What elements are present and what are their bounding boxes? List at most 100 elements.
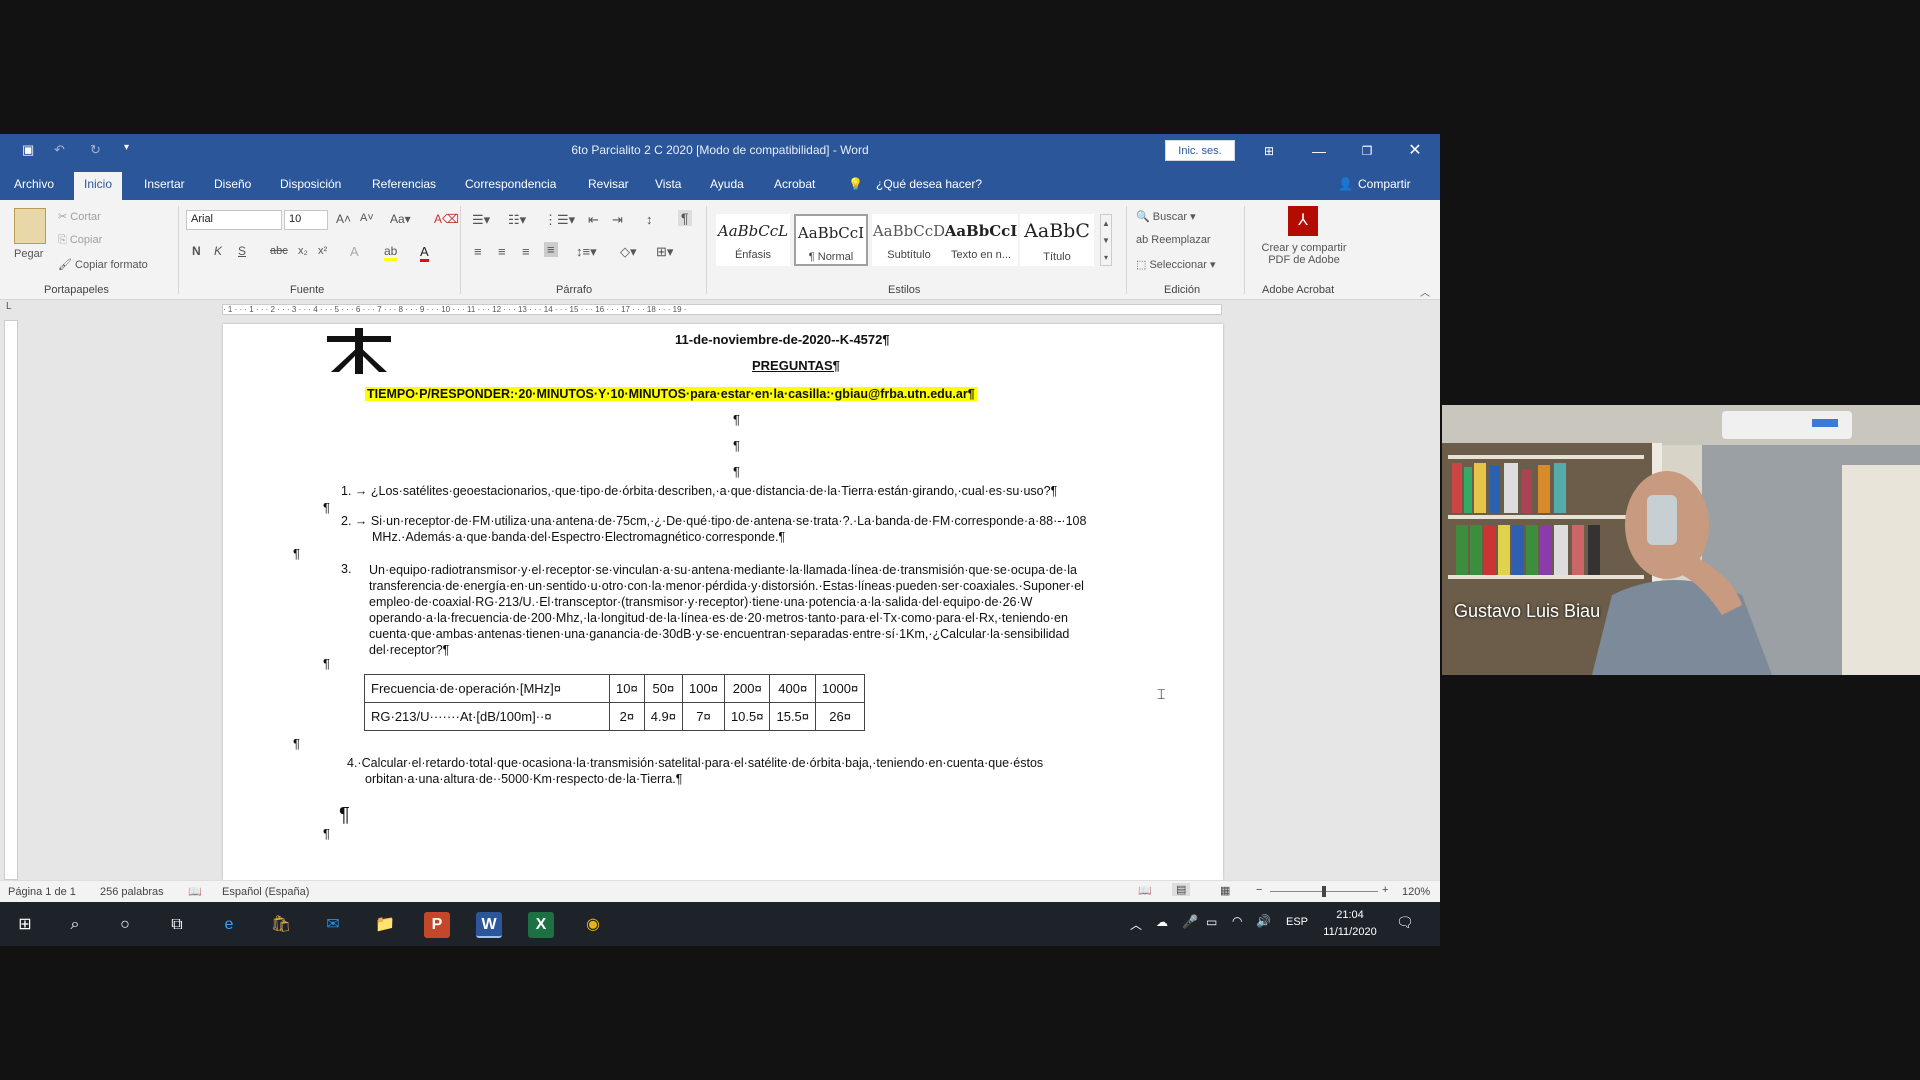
- close-button[interactable]: ✕: [1400, 140, 1430, 162]
- shading-icon[interactable]: ◇▾: [620, 244, 637, 260]
- align-left-icon[interactable]: ≡: [474, 244, 482, 259]
- bold-icon[interactable]: N: [192, 244, 201, 258]
- share-button[interactable]: Compartir: [1358, 177, 1411, 191]
- tab-vista[interactable]: Vista: [655, 177, 681, 191]
- style-emphasis[interactable]: AaBbCcL Énfasis: [716, 214, 790, 266]
- tab-selector-icon[interactable]: L: [6, 301, 12, 312]
- clear-formatting-icon[interactable]: A⌫: [434, 212, 459, 226]
- collapse-ribbon-icon[interactable]: ︿: [1420, 284, 1430, 299]
- italic-icon[interactable]: K: [214, 244, 222, 258]
- read-mode-icon[interactable]: 📖: [1138, 884, 1152, 897]
- tab-insertar[interactable]: Insertar: [144, 177, 185, 191]
- vertical-ruler[interactable]: [4, 320, 18, 880]
- onedrive-icon[interactable]: ☁: [1156, 915, 1168, 929]
- paste-button[interactable]: Pegar: [14, 248, 43, 260]
- show-marks-icon[interactable]: ¶: [678, 210, 692, 226]
- change-case-icon[interactable]: Aa▾: [390, 212, 411, 226]
- edge-icon[interactable]: e: [216, 912, 242, 938]
- battery-icon[interactable]: ▭: [1206, 915, 1217, 929]
- zoom-in-icon[interactable]: +: [1382, 884, 1388, 896]
- decrease-indent-icon[interactable]: ⇤: [588, 212, 599, 228]
- table-cell: Frecuencia·de·operación·[MHz]¤: [364, 674, 610, 703]
- align-center-icon[interactable]: ≡: [498, 244, 506, 259]
- create-pdf-button[interactable]: Crear y compartir PDF de Adobe: [1254, 242, 1354, 266]
- language[interactable]: Español (España): [222, 886, 309, 898]
- tab-diseno[interactable]: Diseño: [214, 177, 251, 191]
- web-layout-icon[interactable]: ▦: [1220, 884, 1230, 897]
- font-color-icon[interactable]: A: [420, 244, 429, 262]
- volume-icon[interactable]: 🔊: [1256, 914, 1271, 928]
- zoom-out-icon[interactable]: −: [1256, 884, 1262, 896]
- borders-icon[interactable]: ⊞▾: [656, 244, 673, 260]
- superscript-icon[interactable]: x²: [318, 245, 327, 257]
- word-icon[interactable]: W: [476, 912, 502, 938]
- grow-font-icon[interactable]: A˄: [336, 212, 351, 226]
- zoom-slider-thumb[interactable]: [1322, 886, 1326, 897]
- word-count[interactable]: 256 palabras: [100, 886, 164, 898]
- copy-button[interactable]: ⎘ Copiar: [58, 234, 102, 247]
- style-subtitle[interactable]: AaBbCcD Subtítulo: [872, 214, 946, 266]
- tab-correspondencia[interactable]: Correspondencia: [465, 177, 556, 191]
- subscript-icon[interactable]: x₂: [298, 245, 308, 257]
- highlight-color-icon[interactable]: ab: [384, 244, 398, 261]
- task-view-icon[interactable]: ⧉: [164, 912, 190, 938]
- file-explorer-icon[interactable]: 📁: [372, 912, 398, 938]
- underline-icon[interactable]: S: [238, 244, 246, 258]
- show-hidden-icons[interactable]: ︿: [1130, 916, 1142, 933]
- tell-me-search[interactable]: ¿Qué desea hacer?: [876, 177, 982, 191]
- styles-scroll[interactable]: ▲ ▼ ▾: [1100, 214, 1112, 266]
- multilevel-list-icon[interactable]: ⋮☰▾: [544, 212, 575, 228]
- question-3-text: Un·equipo·radiotransmisor·y·el·receptor·…: [369, 562, 1131, 658]
- tab-inicio[interactable]: Inicio: [74, 172, 123, 200]
- style-strong[interactable]: AaBbCcI Texto en n...: [944, 214, 1018, 266]
- find-button[interactable]: 🔍 Buscar ▾: [1136, 210, 1196, 223]
- sign-in-button[interactable]: Inic. ses.: [1165, 140, 1235, 161]
- mail-icon[interactable]: ✉: [320, 912, 346, 938]
- style-normal[interactable]: AaBbCcI ¶ Normal: [794, 214, 868, 266]
- increase-indent-icon[interactable]: ⇥: [612, 212, 623, 228]
- select-button[interactable]: ⬚ Seleccionar ▾: [1136, 258, 1216, 271]
- windows-start-icon[interactable]: ⊞: [12, 912, 38, 938]
- style-title[interactable]: AaBbC Título: [1020, 214, 1094, 266]
- print-layout-icon[interactable]: ▤: [1172, 883, 1191, 896]
- zoom-level[interactable]: 120%: [1402, 886, 1430, 898]
- minimize-button[interactable]: —: [1304, 140, 1334, 162]
- font-name-select[interactable]: Arial: [186, 210, 282, 230]
- sort-icon[interactable]: ↕: [646, 212, 653, 227]
- clock[interactable]: 21:04 11/11/2020: [1322, 907, 1378, 941]
- keyboard-language[interactable]: ESP: [1286, 916, 1308, 928]
- format-painter-button[interactable]: 🖌 Copiar formato: [58, 258, 148, 271]
- restore-button[interactable]: ❐: [1352, 140, 1382, 162]
- shrink-font-icon[interactable]: A˅: [360, 212, 374, 224]
- proofing-icon[interactable]: 📖: [188, 885, 202, 898]
- microphone-icon[interactable]: 🎤: [1182, 914, 1198, 930]
- strikethrough-icon[interactable]: abc: [270, 245, 288, 257]
- bullets-icon[interactable]: ☰▾: [472, 212, 490, 228]
- store-icon[interactable]: 🛍: [268, 912, 294, 938]
- tab-referencias[interactable]: Referencias: [372, 177, 436, 191]
- chrome-icon[interactable]: ◉: [580, 912, 606, 938]
- numbering-icon[interactable]: ☷▾: [508, 212, 526, 228]
- tab-ayuda[interactable]: Ayuda: [710, 177, 744, 191]
- line-spacing-icon[interactable]: ↕≡▾: [576, 244, 597, 260]
- replace-button[interactable]: ab Reemplazar: [1136, 234, 1211, 246]
- font-size-select[interactable]: 10: [284, 210, 328, 230]
- text-effects-icon[interactable]: A: [350, 244, 359, 259]
- cortana-icon[interactable]: ○: [112, 912, 138, 938]
- search-icon[interactable]: ⌕: [62, 912, 88, 938]
- ruler-scale[interactable]: · 1 · · · 1 · · · 2 · · · 3 · · · 4 · · …: [222, 304, 1222, 315]
- document-page[interactable]: 11-de-noviembre-de-2020--K-4572¶ PREGUNT…: [223, 324, 1223, 880]
- tab-archivo[interactable]: Archivo: [14, 177, 54, 191]
- tab-revisar[interactable]: Revisar: [588, 177, 629, 191]
- justify-icon[interactable]: ≡: [544, 242, 558, 257]
- page-count[interactable]: Página 1 de 1: [8, 886, 76, 898]
- tab-disposicion[interactable]: Disposición: [280, 177, 341, 191]
- excel-icon[interactable]: X: [528, 912, 554, 938]
- tab-acrobat[interactable]: Acrobat: [774, 177, 815, 191]
- ribbon-display-options-icon[interactable]: ⊞: [1254, 140, 1284, 162]
- cut-button[interactable]: ✂ Cortar: [58, 210, 101, 223]
- wifi-icon[interactable]: ◠: [1232, 914, 1242, 928]
- notifications-icon[interactable]: 🗨: [1396, 914, 1414, 931]
- align-right-icon[interactable]: ≡: [522, 244, 530, 259]
- powerpoint-icon[interactable]: P: [424, 912, 450, 938]
